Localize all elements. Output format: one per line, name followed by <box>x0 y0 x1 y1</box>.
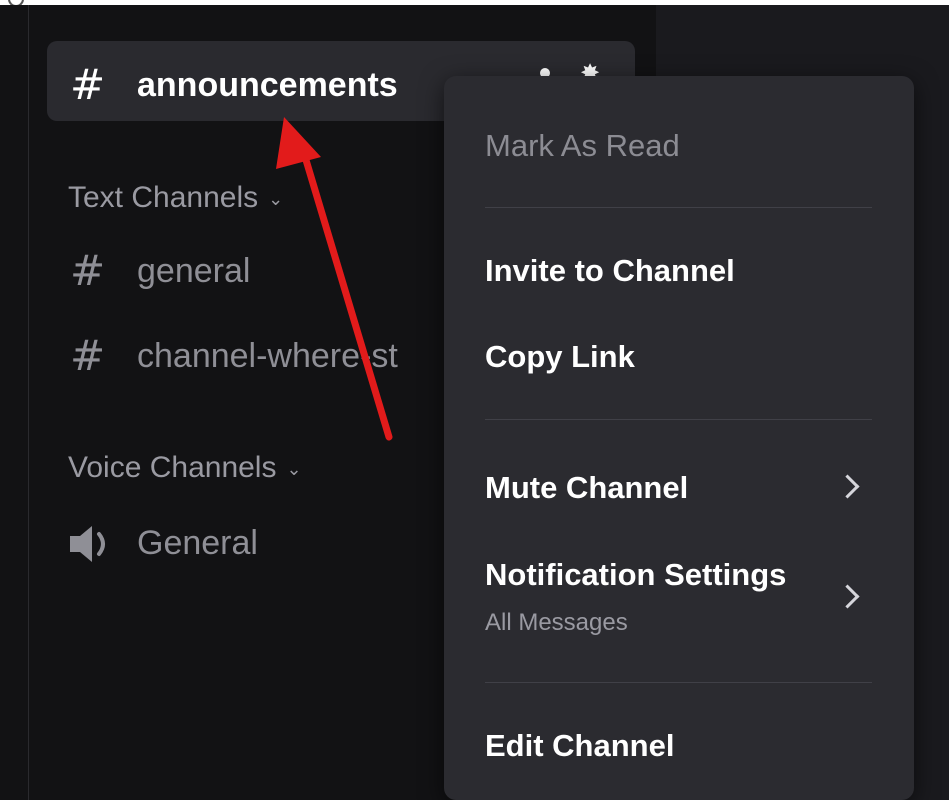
menu-item-notification-settings[interactable]: Notification Settings <box>485 559 786 590</box>
category-text-channels[interactable]: Text Channels ⌄ <box>68 183 283 213</box>
channel-name-announcements[interactable]: announcements <box>137 68 398 102</box>
menu-item-mark-as-read[interactable]: Mark As Read <box>485 130 680 161</box>
chevron-down-icon: ⌄ <box>268 189 284 210</box>
server-rail <box>0 5 29 800</box>
hash-icon: # <box>70 246 106 295</box>
chevron-right-icon <box>835 474 860 499</box>
chevron-right-icon <box>835 584 860 609</box>
menu-item-mute-channel[interactable]: Mute Channel <box>485 472 688 503</box>
notification-setting-value: All Messages <box>485 609 628 636</box>
menu-separator <box>485 419 872 420</box>
channel-item-voice-general[interactable]: General <box>137 526 258 560</box>
chevron-down-icon: ⌄ <box>286 459 302 480</box>
menu-item-invite[interactable]: Invite to Channel <box>485 255 735 286</box>
speaker-icon <box>70 526 105 562</box>
hash-icon: # <box>70 60 106 109</box>
menu-separator <box>485 682 872 683</box>
menu-item-edit-channel[interactable]: Edit Channel <box>485 730 674 761</box>
category-label: Voice Channels <box>68 451 277 484</box>
context-menu: Mark As Read Invite to Channel Copy Link… <box>444 76 914 800</box>
category-label: Text Channels <box>68 181 259 214</box>
menu-item-copy-link[interactable]: Copy Link <box>485 341 635 372</box>
menu-separator <box>485 207 872 208</box>
hash-icon: # <box>70 331 106 380</box>
channel-item-channel-where[interactable]: channel-where-st <box>137 339 398 373</box>
category-voice-channels[interactable]: Voice Channels ⌄ <box>68 453 302 483</box>
channel-item-general[interactable]: general <box>137 254 250 288</box>
